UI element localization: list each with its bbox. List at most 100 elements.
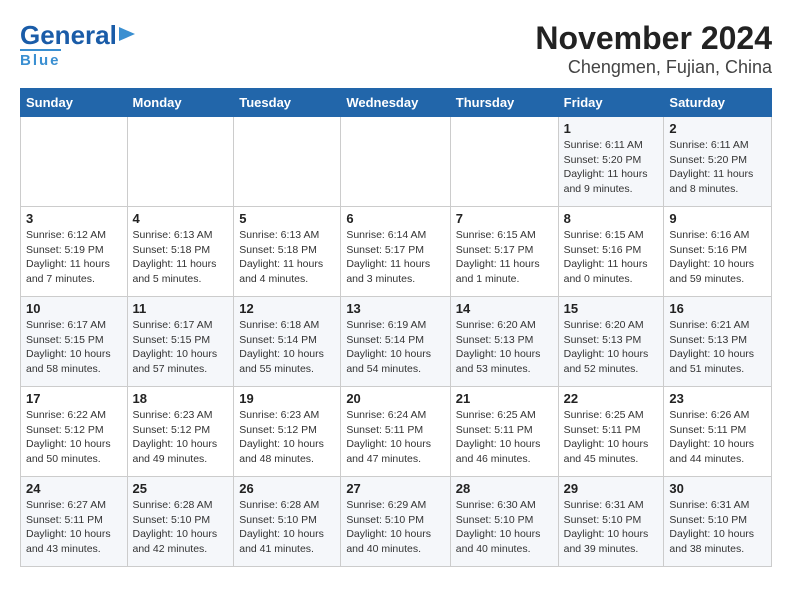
day-info: Sunrise: 6:22 AM Sunset: 5:12 PM Dayligh… (26, 408, 122, 467)
calendar-cell (21, 117, 128, 207)
day-number: 17 (26, 391, 122, 406)
day-number: 13 (346, 301, 444, 316)
day-number: 10 (26, 301, 122, 316)
calendar-cell: 19Sunrise: 6:23 AM Sunset: 5:12 PM Dayli… (234, 387, 341, 477)
day-info: Sunrise: 6:11 AM Sunset: 5:20 PM Dayligh… (669, 138, 766, 197)
day-info: Sunrise: 6:28 AM Sunset: 5:10 PM Dayligh… (133, 498, 229, 557)
day-info: Sunrise: 6:14 AM Sunset: 5:17 PM Dayligh… (346, 228, 444, 287)
day-number: 29 (564, 481, 659, 496)
day-number: 26 (239, 481, 335, 496)
day-number: 19 (239, 391, 335, 406)
weekday-header: Monday (127, 89, 234, 117)
day-info: Sunrise: 6:21 AM Sunset: 5:13 PM Dayligh… (669, 318, 766, 377)
day-info: Sunrise: 6:26 AM Sunset: 5:11 PM Dayligh… (669, 408, 766, 467)
day-number: 7 (456, 211, 553, 226)
weekday-header: Saturday (664, 89, 772, 117)
day-number: 11 (133, 301, 229, 316)
page-subtitle: Chengmen, Fujian, China (535, 57, 772, 78)
logo-arrow-icon (119, 24, 139, 44)
calendar-cell: 1 Sunrise: 6:11 AM Sunset: 5:20 PM Daylig… (558, 117, 664, 207)
calendar-cell: 12Sunrise: 6:18 AM Sunset: 5:14 PM Dayli… (234, 297, 341, 387)
calendar-cell: 15 Sunrise: 6:20 AM Sunset: 5:13 PM Dayli… (558, 297, 664, 387)
weekday-header: Friday (558, 89, 664, 117)
title-block: November 2024 Chengmen, Fujian, China (535, 20, 772, 78)
logo: General Blue (20, 20, 139, 70)
day-info: Sunrise: 6:17 AM Sunset: 5:15 PM Dayligh… (133, 318, 229, 377)
day-info: Sunrise: 6:23 AM Sunset: 5:12 PM Dayligh… (133, 408, 229, 467)
day-info: Sunrise: 6:25 AM Sunset: 5:11 PM Dayligh… (456, 408, 553, 467)
calendar-cell: 16Sunrise: 6:21 AM Sunset: 5:13 PM Dayli… (664, 297, 772, 387)
calendar-cell: 25 Sunrise: 6:28 AM Sunset: 5:10 PM Dayli… (127, 477, 234, 567)
day-info: Sunrise: 6:15 AM Sunset: 5:17 PM Dayligh… (456, 228, 553, 287)
day-number: 4 (133, 211, 229, 226)
day-info: Sunrise: 6:13 AM Sunset: 5:18 PM Dayligh… (239, 228, 335, 287)
calendar-cell (234, 117, 341, 207)
page-header: General Blue November 2024 Chengmen, Fuj… (20, 20, 772, 78)
calendar-cell: 18 Sunrise: 6:23 AM Sunset: 5:12 PM Dayli… (127, 387, 234, 477)
calendar-cell: 14Sunrise: 6:20 AM Sunset: 5:13 PM Dayli… (450, 297, 558, 387)
calendar-cell: 7 Sunrise: 6:15 AM Sunset: 5:17 PM Daylig… (450, 207, 558, 297)
day-info: Sunrise: 6:31 AM Sunset: 5:10 PM Dayligh… (669, 498, 766, 557)
day-info: Sunrise: 6:24 AM Sunset: 5:11 PM Dayligh… (346, 408, 444, 467)
calendar-cell (341, 117, 450, 207)
day-info: Sunrise: 6:20 AM Sunset: 5:13 PM Dayligh… (456, 318, 553, 377)
calendar-cell (127, 117, 234, 207)
calendar-cell: 3Sunrise: 6:12 AM Sunset: 5:19 PM Daylig… (21, 207, 128, 297)
day-number: 5 (239, 211, 335, 226)
calendar-cell: 5 Sunrise: 6:13 AM Sunset: 5:18 PM Daylig… (234, 207, 341, 297)
weekday-header: Sunday (21, 89, 128, 117)
calendar-cell: 17 Sunrise: 6:22 AM Sunset: 5:12 PM Dayli… (21, 387, 128, 477)
calendar-cell: 13 Sunrise: 6:19 AM Sunset: 5:14 PM Dayli… (341, 297, 450, 387)
day-number: 1 (564, 121, 659, 136)
day-info: Sunrise: 6:11 AM Sunset: 5:20 PM Dayligh… (564, 138, 659, 197)
day-number: 27 (346, 481, 444, 496)
day-number: 8 (564, 211, 659, 226)
page-title: November 2024 (535, 20, 772, 57)
day-info: Sunrise: 6:30 AM Sunset: 5:10 PM Dayligh… (456, 498, 553, 557)
day-number: 24 (26, 481, 122, 496)
day-info: Sunrise: 6:27 AM Sunset: 5:11 PM Dayligh… (26, 498, 122, 557)
day-info: Sunrise: 6:31 AM Sunset: 5:10 PM Dayligh… (564, 498, 659, 557)
day-number: 20 (346, 391, 444, 406)
calendar-cell: 29 Sunrise: 6:31 AM Sunset: 5:10 PM Dayli… (558, 477, 664, 567)
day-number: 12 (239, 301, 335, 316)
day-number: 6 (346, 211, 444, 226)
calendar-cell: 24 Sunrise: 6:27 AM Sunset: 5:11 PM Dayli… (21, 477, 128, 567)
day-info: Sunrise: 6:20 AM Sunset: 5:13 PM Dayligh… (564, 318, 659, 377)
logo-general: General (20, 20, 117, 51)
day-number: 9 (669, 211, 766, 226)
weekday-header: Wednesday (341, 89, 450, 117)
calendar-header-row: SundayMondayTuesdayWednesdayThursdayFrid… (21, 89, 772, 117)
day-number: 23 (669, 391, 766, 406)
calendar-cell: 10Sunrise: 6:17 AM Sunset: 5:15 PM Dayli… (21, 297, 128, 387)
day-number: 18 (133, 391, 229, 406)
day-number: 30 (669, 481, 766, 496)
day-info: Sunrise: 6:19 AM Sunset: 5:14 PM Dayligh… (346, 318, 444, 377)
calendar-cell: 28Sunrise: 6:30 AM Sunset: 5:10 PM Dayli… (450, 477, 558, 567)
calendar-cell: 23 Sunrise: 6:26 AM Sunset: 5:11 PM Dayli… (664, 387, 772, 477)
calendar-week-row: 24 Sunrise: 6:27 AM Sunset: 5:11 PM Dayli… (21, 477, 772, 567)
logo-blue: Blue (20, 52, 61, 69)
calendar-cell: 26 Sunrise: 6:28 AM Sunset: 5:10 PM Dayli… (234, 477, 341, 567)
calendar-week-row: 1 Sunrise: 6:11 AM Sunset: 5:20 PM Daylig… (21, 117, 772, 207)
calendar-cell: 22 Sunrise: 6:25 AM Sunset: 5:11 PM Dayli… (558, 387, 664, 477)
calendar-week-row: 17 Sunrise: 6:22 AM Sunset: 5:12 PM Dayli… (21, 387, 772, 477)
calendar-cell: 9 Sunrise: 6:16 AM Sunset: 5:16 PM Daylig… (664, 207, 772, 297)
day-info: Sunrise: 6:16 AM Sunset: 5:16 PM Dayligh… (669, 228, 766, 287)
day-number: 2 (669, 121, 766, 136)
calendar-cell: 8Sunrise: 6:15 AM Sunset: 5:16 PM Daylig… (558, 207, 664, 297)
day-number: 15 (564, 301, 659, 316)
day-number: 25 (133, 481, 229, 496)
day-number: 22 (564, 391, 659, 406)
calendar-cell: 11 Sunrise: 6:17 AM Sunset: 5:15 PM Dayli… (127, 297, 234, 387)
day-info: Sunrise: 6:25 AM Sunset: 5:11 PM Dayligh… (564, 408, 659, 467)
calendar-table: SundayMondayTuesdayWednesdayThursdayFrid… (20, 88, 772, 567)
calendar-cell: 4 Sunrise: 6:13 AM Sunset: 5:18 PM Daylig… (127, 207, 234, 297)
calendar-cell: 21 Sunrise: 6:25 AM Sunset: 5:11 PM Dayli… (450, 387, 558, 477)
calendar-cell: 6 Sunrise: 6:14 AM Sunset: 5:17 PM Daylig… (341, 207, 450, 297)
calendar-cell: 27Sunrise: 6:29 AM Sunset: 5:10 PM Dayli… (341, 477, 450, 567)
calendar-cell: 20 Sunrise: 6:24 AM Sunset: 5:11 PM Dayli… (341, 387, 450, 477)
day-number: 21 (456, 391, 553, 406)
day-info: Sunrise: 6:13 AM Sunset: 5:18 PM Dayligh… (133, 228, 229, 287)
day-info: Sunrise: 6:28 AM Sunset: 5:10 PM Dayligh… (239, 498, 335, 557)
